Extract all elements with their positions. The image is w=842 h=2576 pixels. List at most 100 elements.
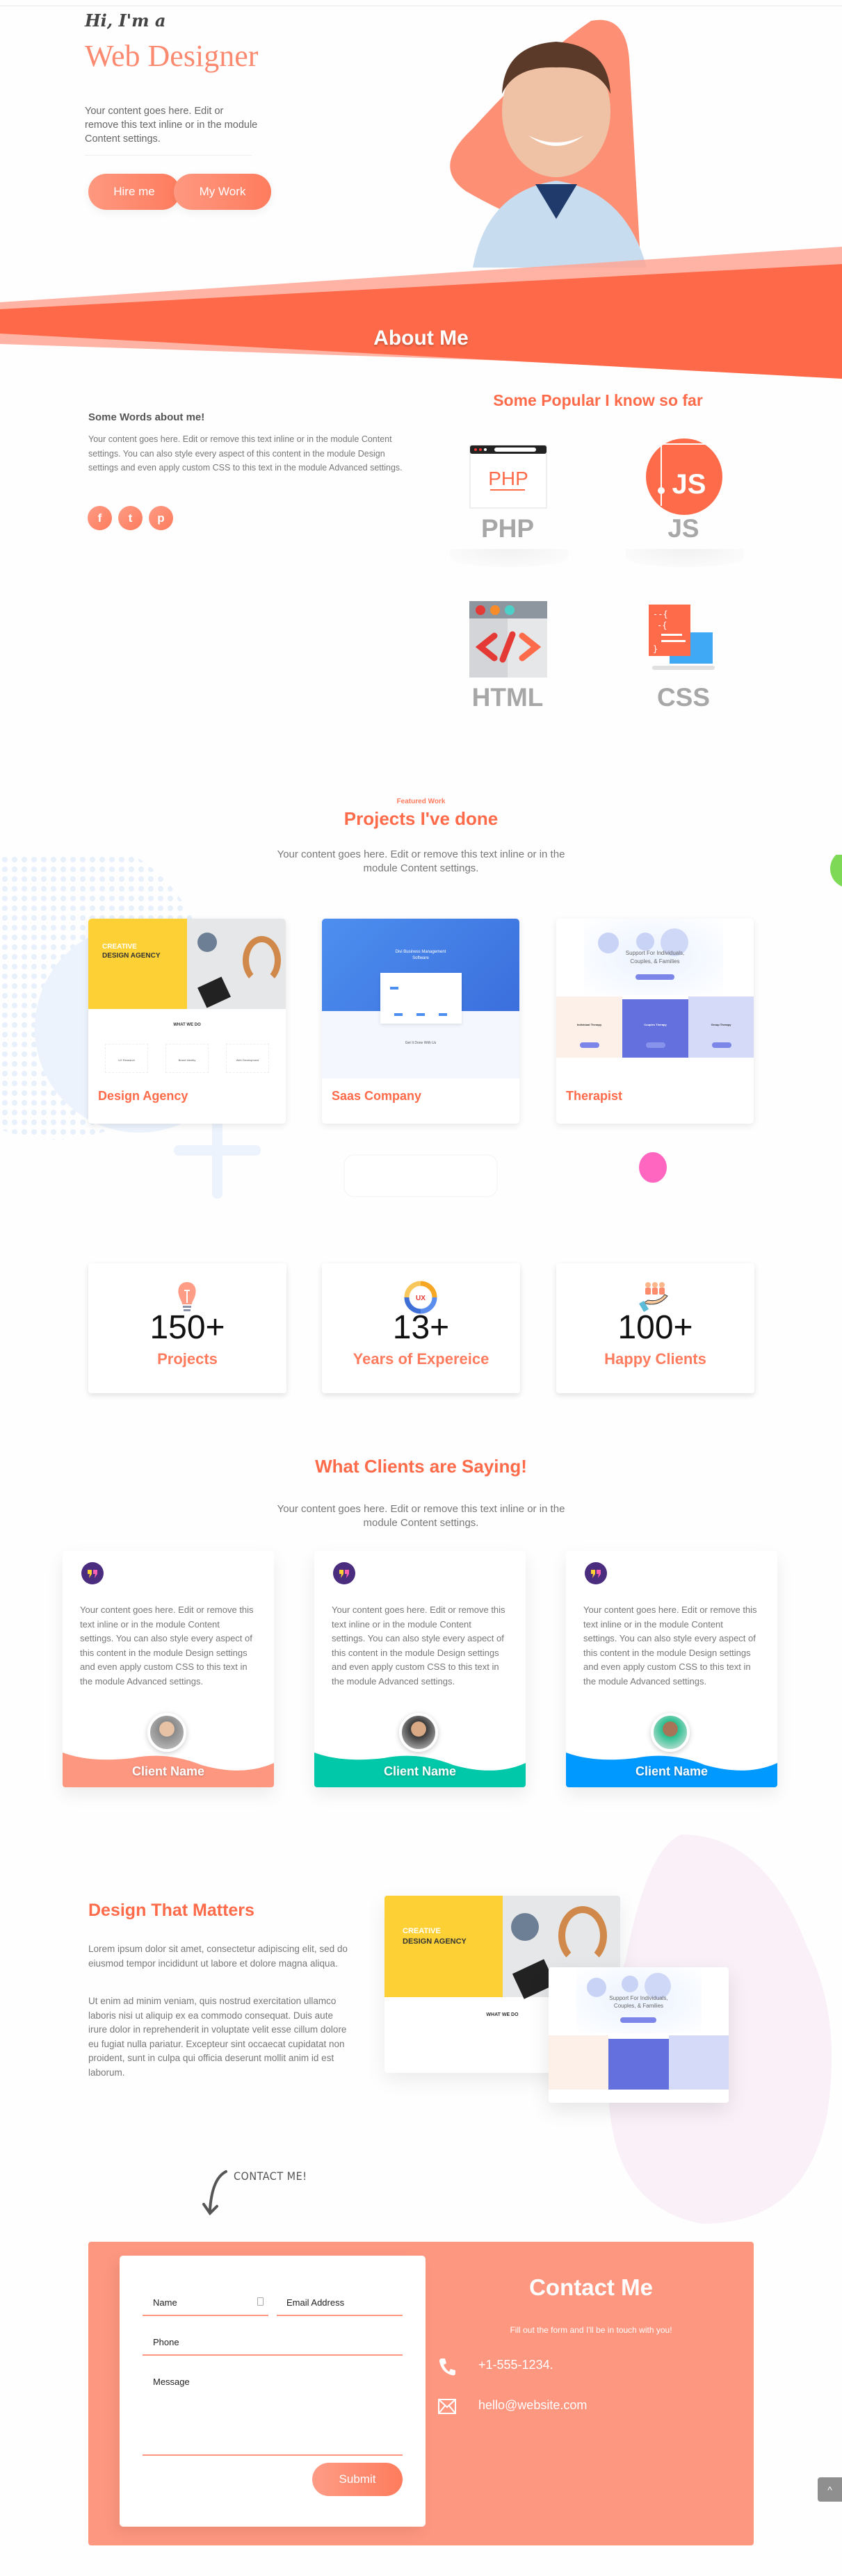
project-card-therapist[interactable]: Support For Individuals, Couples, & Fami… xyxy=(556,919,754,1124)
skill-label: PHP xyxy=(480,514,535,543)
stat-value: 150+ xyxy=(149,1309,225,1346)
svg-text:PHP: PHP xyxy=(488,468,528,489)
twitter-button[interactable]: t xyxy=(118,506,143,530)
project-title: Therapist xyxy=(566,1089,623,1103)
pinterest-button[interactable]: p xyxy=(149,506,173,530)
skill-label: CSS xyxy=(656,683,711,712)
hero-greeting: Hi, I'm a xyxy=(85,10,166,31)
about-banner-title: About Me xyxy=(373,327,469,350)
project-title: Design Agency xyxy=(98,1089,188,1103)
project-thumbnail: CREATIVE DESIGN AGENCY WHAT WE DO UX Res… xyxy=(88,919,286,1078)
project-card-design-agency[interactable]: CREATIVE DESIGN AGENCY WHAT WE DO UX Res… xyxy=(88,919,286,1124)
client-name: Client Name xyxy=(383,1764,457,1778)
testimonials-text: Your content goes here. Edit or remove t… xyxy=(277,1503,565,1529)
phone-field-underline xyxy=(143,2354,403,2356)
submit-button[interactable]: Submit xyxy=(312,2463,403,2496)
contact-email[interactable]: hello@website.com xyxy=(478,2398,587,2413)
skill-label: JS xyxy=(667,514,699,543)
plus-decor-horizontal xyxy=(174,1145,261,1156)
html-code-icon xyxy=(469,601,547,678)
thumb-text: Couples Therapy xyxy=(644,1023,667,1026)
project-title: Saas Company xyxy=(332,1089,422,1103)
thumb-text: Get It Done With Us xyxy=(405,1041,437,1045)
stat-card-experience: UX 13+ Years of Expereice xyxy=(322,1263,520,1393)
testimonial-text: Your content goes here. Edit or remove t… xyxy=(583,1605,757,1687)
contact-phone[interactable]: +1-555-1234. xyxy=(478,2358,553,2372)
thumb-text: Couples, & Families xyxy=(630,958,680,965)
design-paragraph-2: Ut enim ad minim veniam, quis nostrud ex… xyxy=(88,1996,347,2078)
quote-icon xyxy=(81,1562,104,1584)
mockup-text: CREATIVE xyxy=(403,1927,441,1935)
project-thumbnail: Divi Business Management Software Get It… xyxy=(322,919,519,1078)
contact-heading: Contact Me xyxy=(529,2274,653,2300)
thumb-text: UX Research xyxy=(105,1044,148,1073)
mockup-text: Support For Individuals, xyxy=(609,1995,668,2001)
svg-text:JS: JS xyxy=(672,469,706,500)
thumb-text: Software xyxy=(412,956,429,960)
back-to-top-button[interactable]: ^ xyxy=(818,2477,842,2502)
design-heading: Design That Matters xyxy=(88,1901,254,1920)
project-card-saas-company[interactable]: Divi Business Management Software Get It… xyxy=(322,919,519,1124)
quote-icon xyxy=(333,1562,355,1584)
thumb-text: Web Development xyxy=(226,1044,269,1073)
skill-html: HTML xyxy=(442,594,574,726)
stat-label: Years of Expereice xyxy=(353,1350,489,1368)
facebook-button[interactable]: f xyxy=(88,506,112,530)
projects-heading: Projects I've done xyxy=(343,808,499,829)
thumb-text: Support For Individuals, xyxy=(625,950,685,956)
client-avatar xyxy=(147,1713,186,1752)
stat-value: 100+ xyxy=(617,1309,693,1346)
projects-text: Your content goes here. Edit or remove t… xyxy=(277,848,565,874)
skill-js: JS JS xyxy=(617,431,750,567)
stat-label: Projects xyxy=(157,1350,218,1368)
contact-subtext: Fill out the form and I'll be in touch w… xyxy=(510,2325,672,2335)
phone-icon xyxy=(439,2358,455,2376)
testimonial-card: Your content goes here. Edit or remove t… xyxy=(314,1551,526,1787)
about-heading: Some Words about me! xyxy=(88,411,205,423)
thumb-text: CREATIVE xyxy=(102,943,137,951)
thumb-text: Brand Identity xyxy=(165,1044,209,1073)
skill-card-shadow xyxy=(626,549,744,567)
pink-dot-decor xyxy=(639,1152,667,1183)
message-field-underline xyxy=(143,2454,403,2456)
thumb-text: DESIGN AGENCY xyxy=(102,952,161,960)
projects-eyebrow: Featured Work xyxy=(396,798,446,805)
testimonial-text: Your content goes here. Edit or remove t… xyxy=(332,1605,505,1687)
name-input[interactable]: Name xyxy=(153,2297,177,2308)
facebook-icon: f xyxy=(97,511,102,525)
skills-heading: Some Popular I know so far xyxy=(493,391,703,409)
hero-text: Your content goes here. Edit or remove t… xyxy=(85,106,258,145)
client-name: Client Name xyxy=(131,1764,205,1778)
stat-value: 13+ xyxy=(392,1309,450,1346)
stat-card-projects: 150+ Projects xyxy=(88,1263,286,1393)
testimonials-heading: What Clients are Saying! xyxy=(315,1456,527,1477)
thumb-text: Group Therapy xyxy=(711,1023,731,1026)
my-work-button[interactable]: My Work xyxy=(174,174,271,210)
twitter-icon: t xyxy=(128,511,133,525)
testimonial-card: Your content goes here. Edit or remove t… xyxy=(63,1551,274,1787)
mockup-text: DESIGN AGENCY xyxy=(403,1937,467,1946)
design-paragraph-1: Lorem ipsum dolor sit amet, consectetur … xyxy=(88,1944,348,1969)
testimonial-card: Your content goes here. Edit or remove t… xyxy=(566,1551,777,1787)
skill-card-shadow xyxy=(450,549,568,567)
curved-arrow-icon xyxy=(202,2170,227,2216)
thumb-text: Divi Business Management xyxy=(395,950,446,954)
hero-title: Web Designer xyxy=(85,39,259,73)
phone-input[interactable]: Phone xyxy=(153,2337,179,2347)
message-textarea[interactable]: Message xyxy=(153,2377,190,2387)
client-avatar xyxy=(399,1713,438,1752)
skill-css: --{ -{ } CSS xyxy=(617,594,750,726)
stat-label: Happy Clients xyxy=(604,1350,706,1368)
testimonial-text: Your content goes here. Edit or remove t… xyxy=(80,1605,254,1687)
mockup-text: Couples, & Families xyxy=(613,2003,664,2009)
css-code-icon: --{ -{ } xyxy=(649,605,715,670)
svg-text:}: } xyxy=(653,644,658,654)
hire-me-button[interactable]: Hire me xyxy=(88,174,180,210)
email-field-underline xyxy=(277,2315,403,2316)
js-circle-icon: JS xyxy=(646,438,722,515)
stat-card-clients: 100+ Happy Clients xyxy=(556,1263,754,1393)
email-icon xyxy=(438,2399,456,2414)
hero-divider xyxy=(85,155,252,156)
email-input[interactable]: Email Address xyxy=(286,2297,344,2308)
contact-card-icon xyxy=(257,2297,264,2306)
